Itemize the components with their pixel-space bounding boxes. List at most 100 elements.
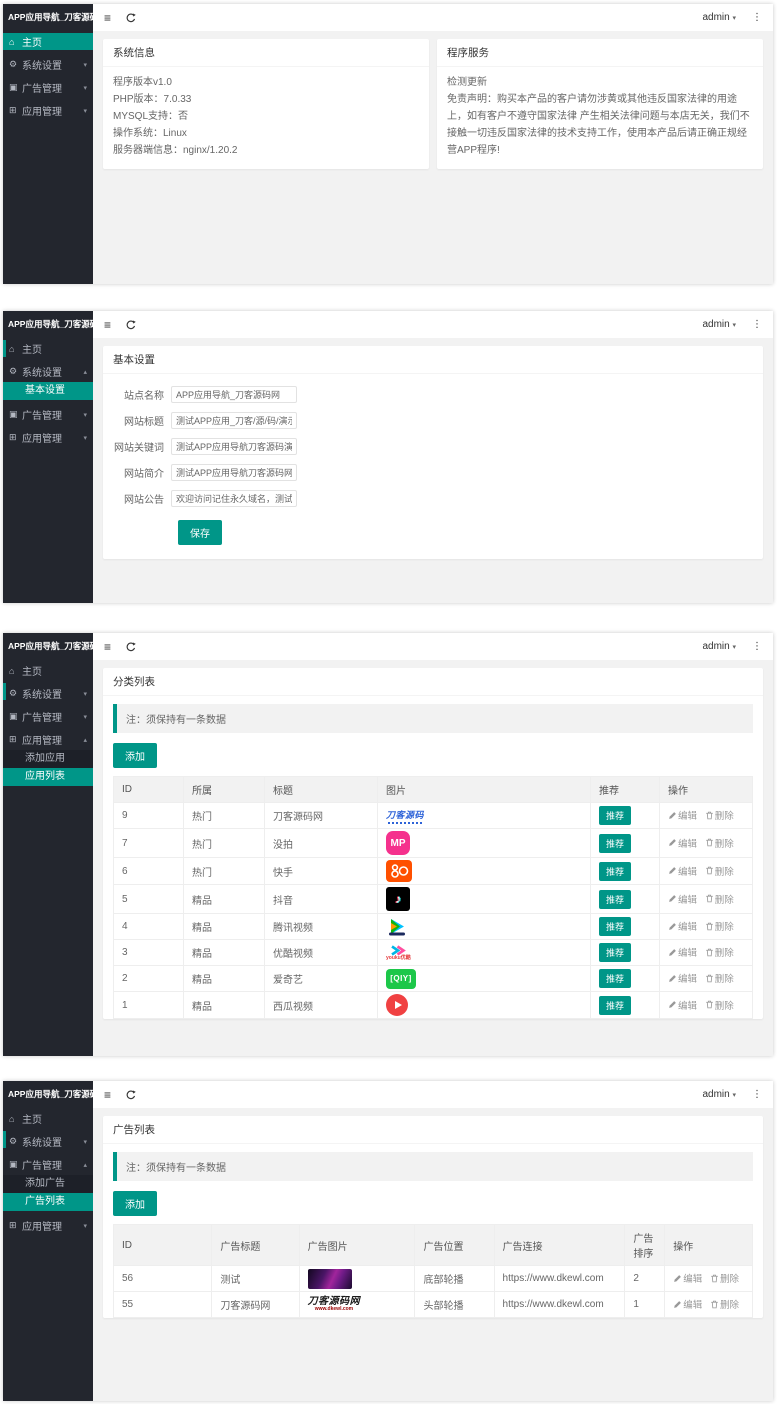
edit-button[interactable]: 编辑 xyxy=(668,919,697,933)
cell-ad-title: 刀客源码网 xyxy=(212,1292,299,1318)
edit-button[interactable]: 编辑 xyxy=(668,808,697,822)
chevron-down-icon: ▾ xyxy=(83,434,87,442)
more-menu-icon[interactable]: ⋮ xyxy=(752,641,762,652)
edit-button[interactable]: 编辑 xyxy=(668,998,697,1012)
site-keywords-field[interactable] xyxy=(171,438,297,455)
col-ad-order: 广告排序 xyxy=(625,1225,665,1266)
sidebar-item-ad-management[interactable]: ▣ 广告管理 ▾ xyxy=(3,708,93,725)
sidebar-item-system-settings[interactable]: ⚙ 系统设置 ▾ xyxy=(3,1133,93,1150)
menu-toggle-icon[interactable]: ≡ xyxy=(104,318,111,332)
sidebar-scrollbar-thumb[interactable] xyxy=(3,683,6,700)
col-id: ID xyxy=(114,1225,212,1266)
table-row: 56 测试 底部轮播 https://www.dkewl.com 2 编辑 删除 xyxy=(114,1266,753,1292)
sidebar-item-system-settings[interactable]: ⚙ 系统设置 ▾ xyxy=(3,685,93,702)
sidebar-scrollbar-thumb[interactable] xyxy=(3,1131,6,1148)
sidebar-subitem-app-list[interactable]: 应用列表 xyxy=(3,768,93,786)
daoke-logo: 刀客源码 xyxy=(386,808,424,824)
card-title: 广告列表 xyxy=(103,1116,763,1144)
cell-id: 1 xyxy=(114,992,184,1019)
sidebar-item-home[interactable]: ⌂ 主页 xyxy=(3,340,93,357)
more-menu-icon[interactable]: ⋮ xyxy=(752,1089,762,1100)
add-button[interactable]: 添加 xyxy=(113,743,157,768)
site-notice-field[interactable] xyxy=(171,490,297,507)
sidebar-item-label: 系统设置 xyxy=(22,686,62,701)
sidebar-item-ad-management[interactable]: ▣ 广告管理 ▴ xyxy=(3,1156,93,1173)
menu-toggle-icon[interactable]: ≡ xyxy=(104,1088,111,1102)
delete-button[interactable]: 删除 xyxy=(705,836,734,850)
sidebar-subitem-add-ad[interactable]: 添加广告 xyxy=(3,1175,93,1193)
refresh-icon[interactable] xyxy=(126,320,136,330)
sidebar-subitem-ad-list[interactable]: 广告列表 xyxy=(3,1193,93,1211)
edit-button[interactable]: 编辑 xyxy=(673,1271,702,1285)
table-row: 55 刀客源码网 刀客源码网www.dkewl.com 头部轮播 https:/… xyxy=(114,1292,753,1318)
recommend-button[interactable]: 推荐 xyxy=(599,834,631,853)
col-ad-image: 广告图片 xyxy=(299,1225,415,1266)
program-service-card: 程序服务 检测更新 免责声明：购买本产品的客户请勿涉黄或其他违反国家法律的用途上… xyxy=(437,39,763,169)
sidebar-menu: ⌂ 主页 ⚙ 系统设置 ▾ ▣ 广告管理 ▾ ⊞ 应用管理 ▾ xyxy=(3,31,93,119)
sysinfo-os: 操作系统：Linux xyxy=(113,125,419,142)
refresh-icon[interactable] xyxy=(126,13,136,23)
delete-button[interactable]: 删除 xyxy=(710,1297,739,1311)
category-list-card: 分类列表 注：须保持有一条数据 添加 ID 所属 标题 图片 推荐 操作 xyxy=(103,668,763,1019)
sidebar-item-app-management[interactable]: ⊞ 应用管理 ▾ xyxy=(3,1217,93,1234)
sidebar-item-app-management[interactable]: ⊞ 应用管理 ▾ xyxy=(3,429,93,446)
sidebar-item-system-settings[interactable]: ⚙ 系统设置 ▾ xyxy=(3,56,93,73)
sidebar-item-home[interactable]: ⌂ 主页 xyxy=(3,33,93,50)
delete-button[interactable]: 删除 xyxy=(705,864,734,878)
site-name-field[interactable] xyxy=(171,386,297,403)
sidebar-subitem-basic-settings[interactable]: 基本设置 xyxy=(3,382,93,400)
edit-button[interactable]: 编辑 xyxy=(673,1297,702,1311)
edit-button[interactable]: 编辑 xyxy=(668,971,697,985)
delete-button[interactable]: 删除 xyxy=(705,998,734,1012)
site-description-field[interactable] xyxy=(171,464,297,481)
sidebar-item-ad-management[interactable]: ▣ 广告管理 ▾ xyxy=(3,406,93,423)
recommend-button[interactable]: 推荐 xyxy=(599,862,631,881)
edit-button[interactable]: 编辑 xyxy=(668,945,697,959)
user-menu[interactable]: admin ▾ xyxy=(702,12,736,23)
sidebar-item-home[interactable]: ⌂ 主页 xyxy=(3,1110,93,1127)
add-button[interactable]: 添加 xyxy=(113,1191,157,1216)
more-menu-icon[interactable]: ⋮ xyxy=(752,319,762,330)
refresh-icon[interactable] xyxy=(126,642,136,652)
sidebar-item-app-management[interactable]: ⊞ 应用管理 ▴ xyxy=(3,731,93,748)
delete-button[interactable]: 删除 xyxy=(705,945,734,959)
delete-button[interactable]: 删除 xyxy=(710,1271,739,1285)
delete-button[interactable]: 删除 xyxy=(705,919,734,933)
sidebar-subitem-add-app[interactable]: 添加应用 xyxy=(3,750,93,768)
sidebar-item-system-settings[interactable]: ⚙ 系统设置 ▴ xyxy=(3,363,93,380)
delete-label: 删除 xyxy=(720,1271,739,1285)
submenu-system: 基本设置 xyxy=(3,382,93,400)
recommend-button[interactable]: 推荐 xyxy=(599,917,631,936)
gear-icon: ⚙ xyxy=(9,1136,22,1147)
more-menu-icon[interactable]: ⋮ xyxy=(752,12,762,23)
sidebar-item-app-management[interactable]: ⊞ 应用管理 ▾ xyxy=(3,102,93,119)
user-menu[interactable]: admin ▾ xyxy=(702,641,736,652)
sidebar-item-home[interactable]: ⌂ 主页 xyxy=(3,662,93,679)
refresh-icon[interactable] xyxy=(126,1090,136,1100)
ad-list-card: 广告列表 注：须保持有一条数据 添加 ID 广告标题 广告图片 广告位置 广告连… xyxy=(103,1116,763,1318)
save-button[interactable]: 保存 xyxy=(178,520,222,545)
menu-toggle-icon[interactable]: ≡ xyxy=(104,11,111,25)
sidebar-item-ad-management[interactable]: ▣ 广告管理 ▾ xyxy=(3,79,93,96)
sidebar-scrollbar-thumb[interactable] xyxy=(3,340,6,357)
recommend-button[interactable]: 推荐 xyxy=(599,890,631,909)
edit-button[interactable]: 编辑 xyxy=(668,892,697,906)
recommend-button[interactable]: 推荐 xyxy=(599,806,631,825)
delete-button[interactable]: 删除 xyxy=(705,808,734,822)
recommend-button[interactable]: 推荐 xyxy=(599,996,631,1015)
delete-button[interactable]: 删除 xyxy=(705,971,734,985)
edit-button[interactable]: 编辑 xyxy=(668,836,697,850)
cell-category: 精品 xyxy=(184,914,265,940)
user-menu[interactable]: admin ▾ xyxy=(702,319,736,330)
caret-down-icon: ▾ xyxy=(732,322,736,329)
recommend-button[interactable]: 推荐 xyxy=(599,969,631,988)
chevron-down-icon: ▾ xyxy=(83,84,87,92)
delete-button[interactable]: 删除 xyxy=(705,892,734,906)
menu-toggle-icon[interactable]: ≡ xyxy=(104,640,111,654)
recommend-button[interactable]: 推荐 xyxy=(599,943,631,962)
site-title-field[interactable] xyxy=(171,412,297,429)
field-label: 网站公告 xyxy=(113,491,171,506)
user-menu[interactable]: admin ▾ xyxy=(702,1089,736,1100)
check-update-link[interactable]: 检测更新 xyxy=(447,74,753,91)
edit-button[interactable]: 编辑 xyxy=(668,864,697,878)
